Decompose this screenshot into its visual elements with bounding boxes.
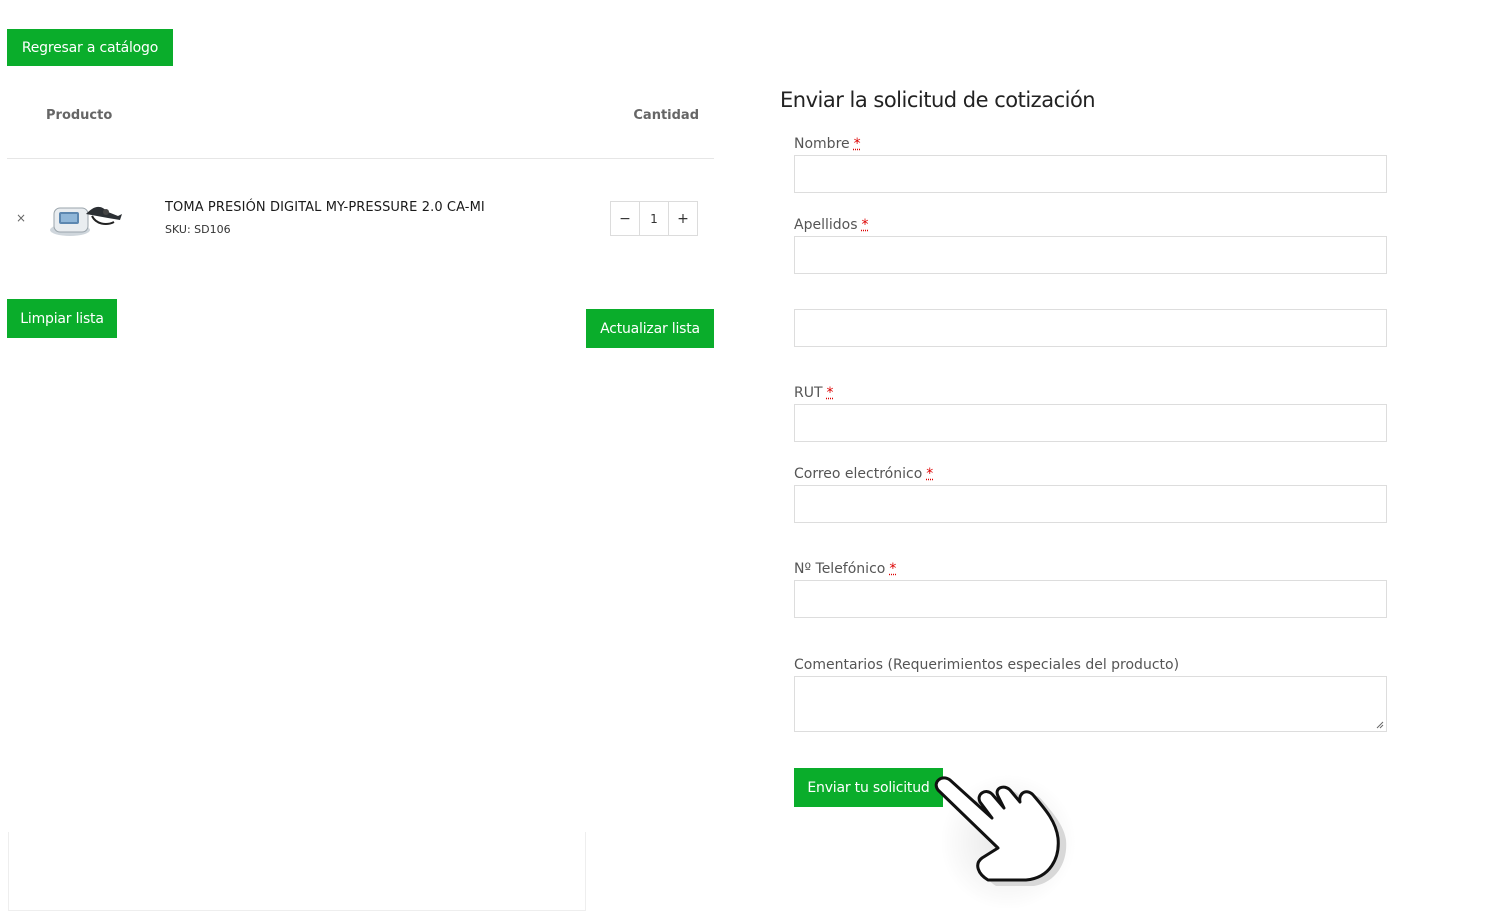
rut-field[interactable]: [794, 404, 1387, 442]
rut-label: RUT *: [794, 385, 834, 401]
quantity-stepper: − 1 +: [610, 201, 698, 236]
required-mark: *: [889, 561, 897, 577]
resize-grip-icon[interactable]: [1376, 721, 1384, 729]
empty-panel: [8, 832, 586, 911]
submit-request-button[interactable]: Enviar tu solicitud: [794, 768, 943, 807]
back-to-catalog-button[interactable]: Regresar a catálogo: [7, 29, 173, 66]
increment-button[interactable]: +: [669, 202, 697, 235]
product-name[interactable]: TOMA PRESIÓN DIGITAL MY-PRESSURE 2.0 CA-…: [165, 200, 485, 215]
hand-pointer-icon: [934, 774, 1076, 910]
comments-label: Comentarios (Requerimientos especiales d…: [794, 657, 1180, 673]
comments-textarea[interactable]: [794, 676, 1387, 732]
remove-item-icon[interactable]: ×: [16, 211, 26, 225]
quantity-input[interactable]: 1: [639, 202, 669, 235]
product-sku: SKU: SD106: [165, 223, 231, 236]
table-divider: [7, 158, 714, 159]
nombre-label: Nombre *: [794, 136, 861, 152]
phone-field[interactable]: [794, 580, 1387, 618]
unlabeled-field[interactable]: [794, 309, 1387, 347]
required-mark: *: [826, 385, 834, 401]
email-field[interactable]: [794, 485, 1387, 523]
blood-pressure-monitor-icon[interactable]: [48, 196, 126, 240]
phone-label: Nº Telefónico *: [794, 561, 897, 577]
update-list-button[interactable]: Actualizar lista: [586, 309, 714, 348]
email-label: Correo electrónico *: [794, 466, 934, 482]
required-mark: *: [853, 136, 861, 152]
clear-list-button[interactable]: Limpiar lista: [7, 299, 117, 338]
nombre-field[interactable]: [794, 155, 1387, 193]
column-header-product: Producto: [46, 108, 113, 123]
required-mark: *: [926, 466, 934, 482]
decrement-button[interactable]: −: [611, 202, 639, 235]
apellidos-field[interactable]: [794, 236, 1387, 274]
required-mark: *: [861, 217, 869, 233]
column-header-quantity: Cantidad: [633, 108, 699, 123]
form-title: Enviar la solicitud de cotización: [780, 88, 1096, 112]
apellidos-label: Apellidos *: [794, 217, 869, 233]
